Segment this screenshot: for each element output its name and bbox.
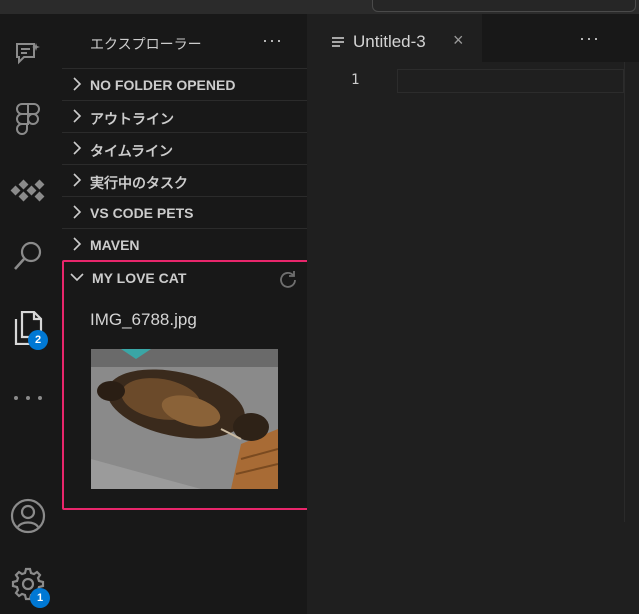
section-label: NO FOLDER OPENED xyxy=(90,77,236,93)
tab-bar: Untitled-3 × ··· xyxy=(307,14,639,62)
activity-bar: 2 1 xyxy=(0,14,62,614)
figma-icon[interactable] xyxy=(10,102,46,138)
section-label: タイムライン xyxy=(90,143,174,159)
image-filename: IMG_6788.jpg xyxy=(90,310,197,329)
cat-photo[interactable] xyxy=(91,349,278,489)
sidebar-more-icon[interactable]: ··· xyxy=(262,30,283,51)
chevron-right-icon xyxy=(73,237,82,251)
chevron-right-icon xyxy=(73,173,82,187)
sidebar-title: エクスプローラー xyxy=(90,36,202,52)
section-label: MAVEN xyxy=(90,237,140,253)
section-maven[interactable]: MAVEN xyxy=(62,228,307,260)
editor-more-icon[interactable]: ··· xyxy=(579,28,600,49)
extensions-icon[interactable] xyxy=(10,172,46,208)
section-timeline[interactable]: タイムライン xyxy=(62,132,307,164)
more-icon[interactable] xyxy=(10,380,46,416)
account-icon[interactable] xyxy=(10,498,46,534)
chevron-right-icon xyxy=(73,109,82,123)
section-outline[interactable]: アウトライン xyxy=(62,100,307,132)
tab-label: Untitled-3 xyxy=(353,32,426,51)
section-vscode-pets[interactable]: VS CODE PETS xyxy=(62,196,307,228)
chevron-right-icon xyxy=(73,77,82,91)
command-center[interactable] xyxy=(372,0,636,12)
refresh-icon[interactable] xyxy=(277,269,299,291)
text-file-icon xyxy=(332,37,344,47)
section-no-folder-opened[interactable]: NO FOLDER OPENED xyxy=(62,68,307,100)
section-label: アウトライン xyxy=(90,111,174,127)
section-running-tasks[interactable]: 実行中のタスク xyxy=(62,164,307,196)
section-label: MY LOVE CAT xyxy=(92,270,187,286)
copilot-chat-icon[interactable] xyxy=(10,36,46,72)
sidebar-header: エクスプローラー ··· xyxy=(62,28,307,56)
close-icon[interactable]: × xyxy=(453,30,464,51)
title-strip xyxy=(0,0,639,14)
chevron-right-icon xyxy=(73,205,82,219)
editor-area: Untitled-3 × ··· 1 xyxy=(307,14,639,614)
section-label: VS CODE PETS xyxy=(90,205,194,221)
chevron-right-icon xyxy=(73,141,82,155)
line-number: 1 xyxy=(351,72,360,88)
section-my-love-cat[interactable]: MY LOVE CAT xyxy=(64,262,313,293)
search-icon[interactable] xyxy=(10,238,46,274)
settings-badge: 1 xyxy=(30,588,50,608)
editor-scrollbar[interactable] xyxy=(624,62,639,522)
tab-untitled-3[interactable]: Untitled-3 × xyxy=(307,14,482,62)
explorer-badge: 2 xyxy=(28,330,48,350)
explorer-sidebar: エクスプローラー ··· NO FOLDER OPENED アウトライン タイム… xyxy=(62,14,317,614)
chevron-down-icon xyxy=(70,273,84,282)
section-label: 実行中のタスク xyxy=(90,175,188,191)
current-line[interactable] xyxy=(397,69,624,93)
